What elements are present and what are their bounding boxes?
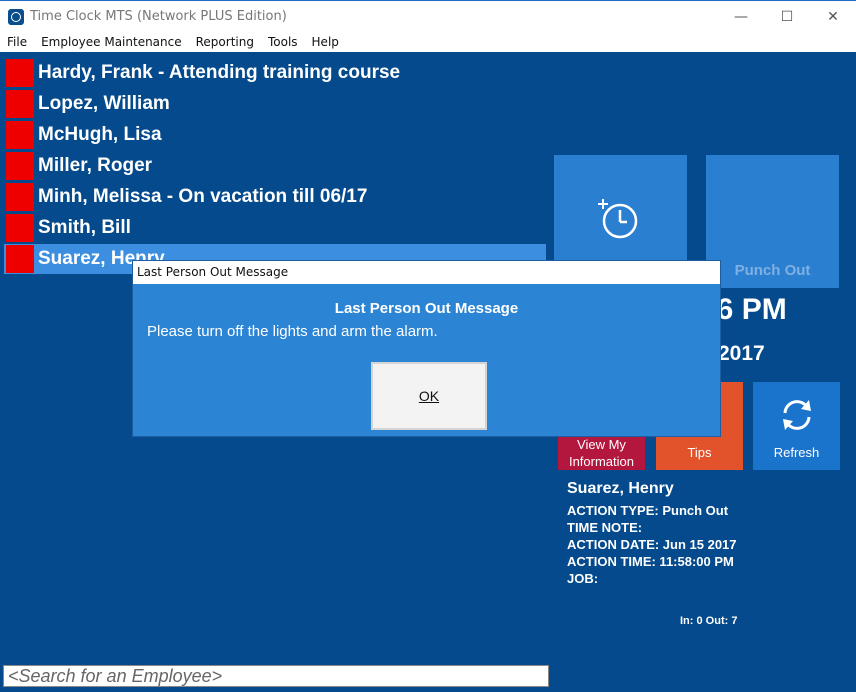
menu-employee-maintenance[interactable]: Employee Maintenance [34, 35, 189, 49]
employee-row[interactable]: Minh, Melissa - On vacation till 06/17 [4, 182, 546, 212]
minimize-button[interactable]: — [718, 1, 764, 32]
employee-name: Miller, Roger [38, 155, 153, 176]
status-indicator [6, 59, 34, 87]
refresh-icon [783, 400, 811, 430]
punch-out-label: Punch Out [734, 262, 811, 279]
selected-employee-name: Suarez, Henry [567, 480, 674, 497]
action-time: ACTION TIME: 11:58:00 PM [567, 554, 734, 569]
current-date: 2017 [718, 342, 765, 365]
menu-reporting[interactable]: Reporting [189, 35, 261, 49]
status-indicator [6, 245, 34, 273]
employee-name: Smith, Bill [38, 217, 131, 238]
title-bar: Time Clock MTS (Network PLUS Edition) — … [0, 0, 856, 31]
last-action-details: Suarez, Henry ACTION TYPE: Punch Out TIM… [567, 480, 737, 587]
close-button[interactable]: ✕ [810, 1, 856, 32]
in-out-counts: In: 0 Out: 7 [680, 615, 738, 627]
employee-name: Lopez, William [38, 93, 170, 114]
view-info-label-1: View My [577, 437, 626, 452]
employee-row[interactable]: Lopez, William [4, 89, 546, 119]
dialog-message: Please turn off the lights and arm the a… [147, 323, 438, 340]
dialog-heading: Last Person Out Message [334, 300, 519, 317]
tips-label: Tips [687, 445, 712, 460]
menu-bar: File Employee Maintenance Reporting Tool… [0, 31, 856, 52]
status-indicator [6, 121, 34, 149]
last-person-out-dialog: Last Person Out Message Last Person Out … [132, 260, 721, 437]
search-employee-input[interactable]: <Search for an Employee> [3, 665, 549, 687]
menu-tools[interactable]: Tools [261, 35, 305, 49]
employee-name: Hardy, Frank - Attending training course [38, 62, 401, 83]
menu-file[interactable]: File [0, 35, 34, 49]
job: JOB: [567, 571, 599, 586]
app-clock-icon [8, 9, 24, 25]
action-date: ACTION DATE: Jun 15 2017 [567, 537, 737, 552]
employee-row[interactable]: Smith, Bill [4, 213, 546, 243]
dialog-title: Last Person Out Message [133, 261, 720, 284]
status-indicator [6, 90, 34, 118]
employee-name: McHugh, Lisa [38, 124, 162, 145]
status-indicator [6, 183, 34, 211]
refresh-button[interactable]: Refresh [753, 382, 840, 470]
maximize-button[interactable]: ☐ [764, 1, 810, 32]
menu-help[interactable]: Help [305, 35, 346, 49]
status-indicator [6, 214, 34, 242]
employee-name: Minh, Melissa - On vacation till 06/17 [38, 186, 368, 207]
ok-button[interactable]: OK [371, 362, 487, 430]
refresh-label: Refresh [773, 445, 820, 460]
time-note: TIME NOTE: [567, 520, 643, 535]
employee-row[interactable]: Hardy, Frank - Attending training course [4, 58, 546, 88]
employee-row[interactable]: McHugh, Lisa [4, 120, 546, 150]
employee-row[interactable]: Miller, Roger [4, 151, 546, 181]
action-type: ACTION TYPE: Punch Out [567, 503, 729, 518]
status-indicator [6, 152, 34, 180]
view-info-label-2: Information [568, 454, 635, 469]
window-title: Time Clock MTS (Network PLUS Edition) [30, 9, 287, 24]
